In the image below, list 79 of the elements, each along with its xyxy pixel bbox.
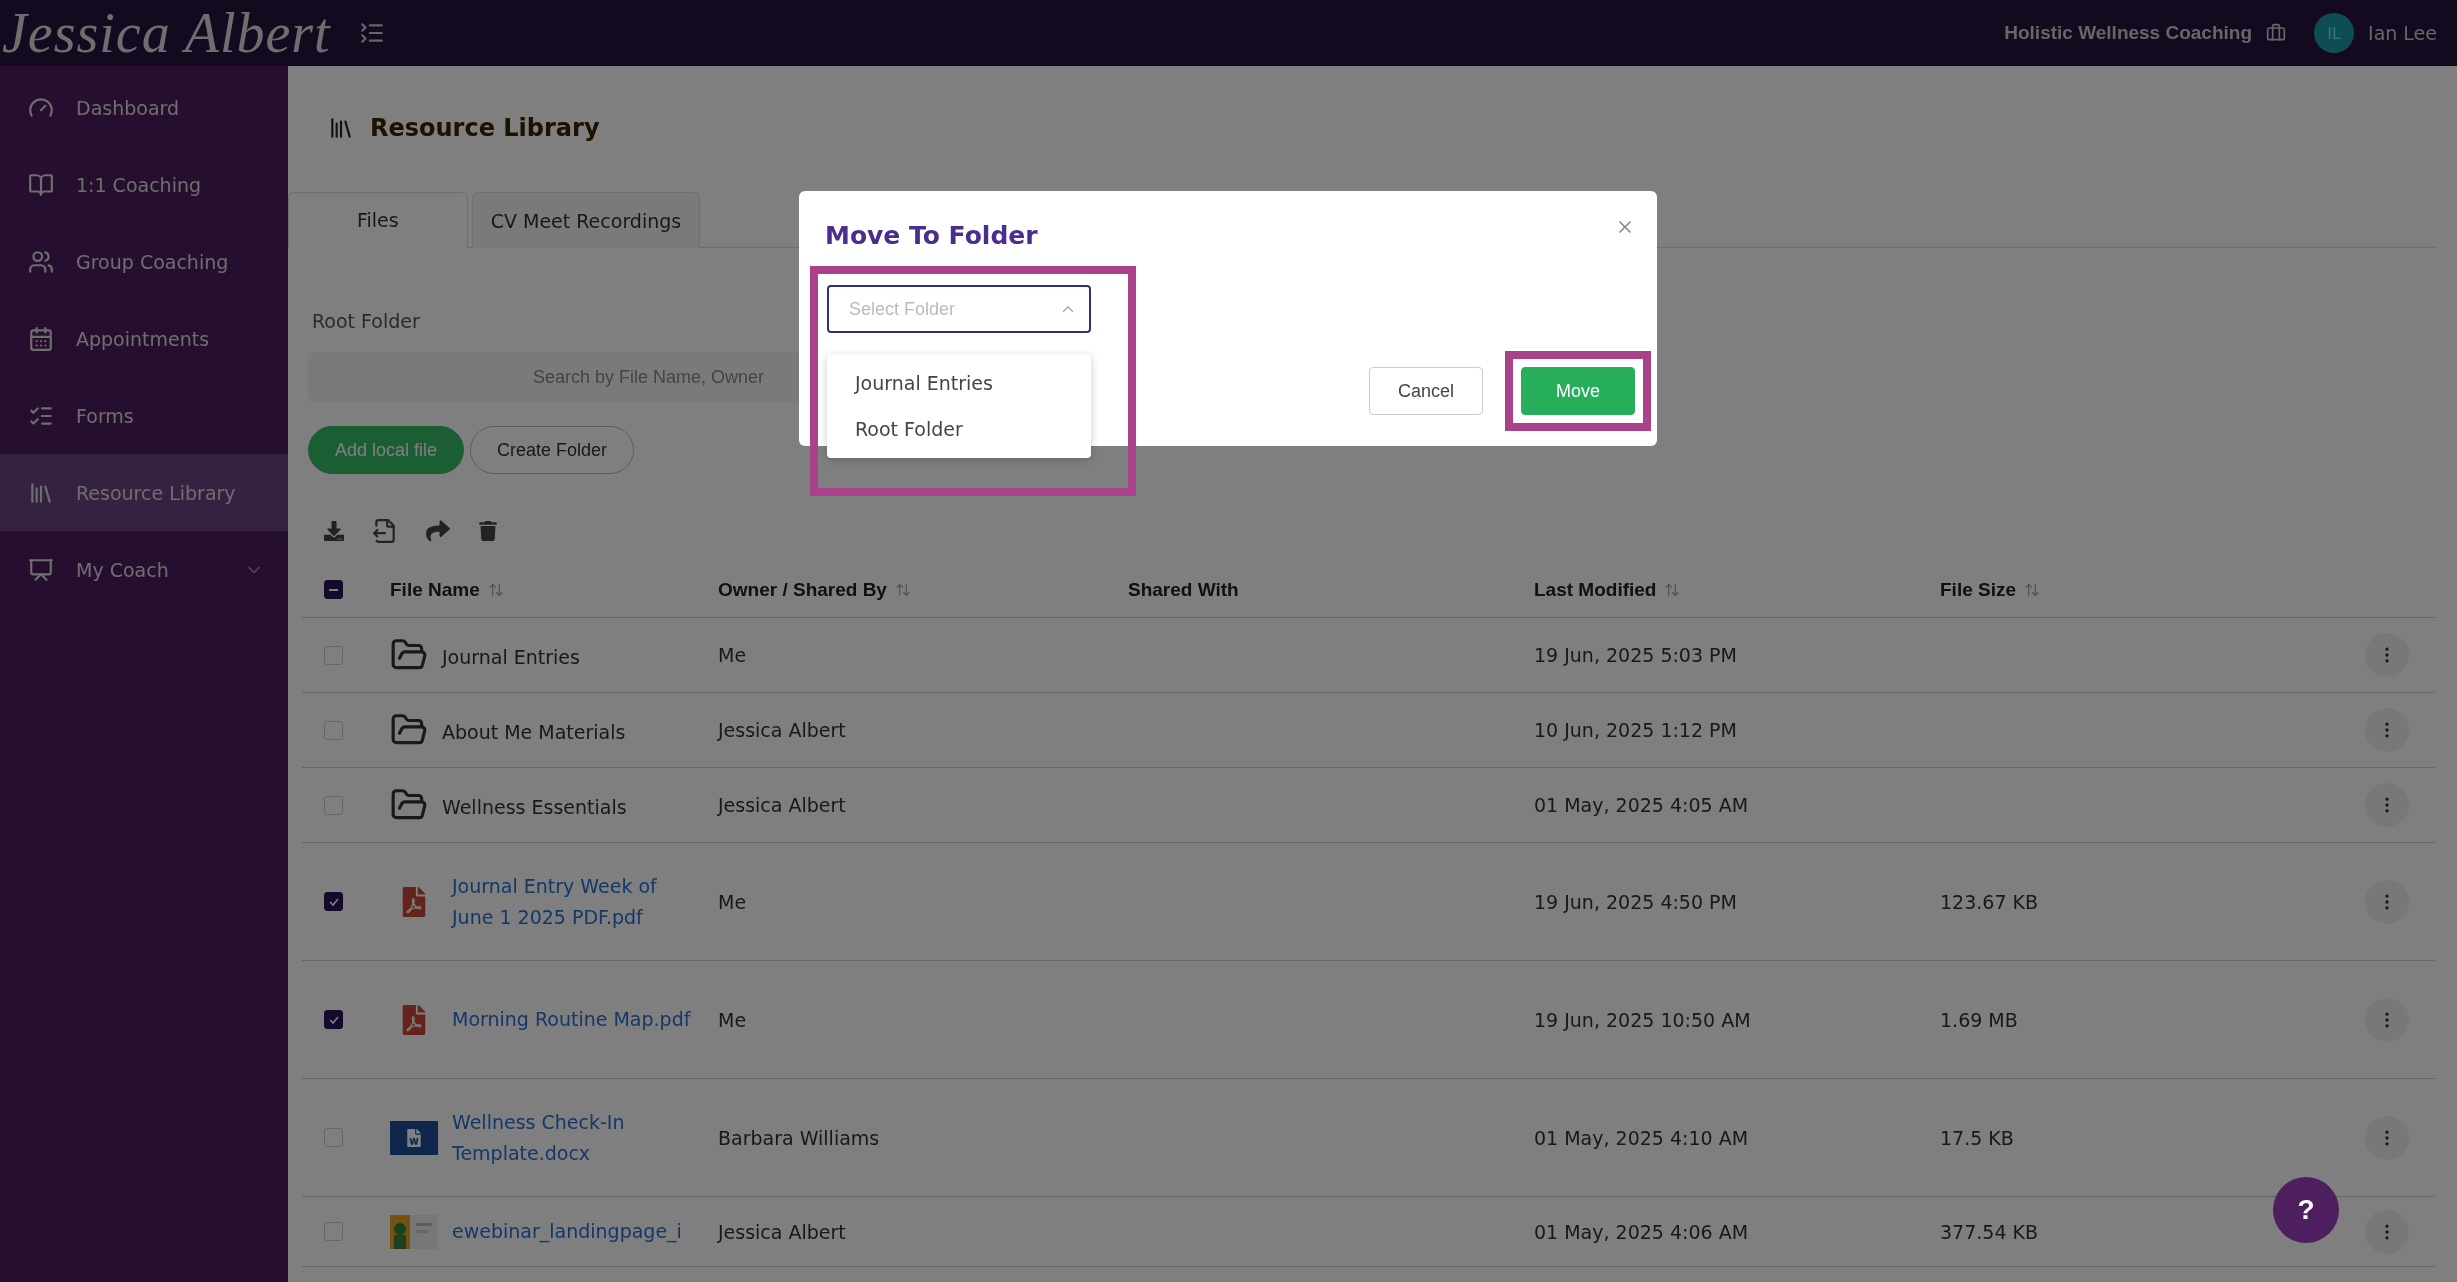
owner-cell-text: Barbara Williams bbox=[718, 1126, 881, 1149]
delete-icon[interactable] bbox=[478, 521, 498, 541]
select-all-checkbox[interactable] bbox=[324, 580, 343, 599]
sort-icon[interactable] bbox=[1664, 581, 1681, 598]
file-link[interactable]: Journal Entry Week of June 1 2025 PDF.pdf bbox=[452, 870, 702, 933]
owner-cell-text: Me bbox=[718, 890, 748, 913]
size-cell-text: 377.54 KB bbox=[1940, 1220, 2039, 1243]
sort-icon[interactable] bbox=[487, 581, 504, 598]
column-header: Shared With bbox=[1128, 578, 1240, 601]
sidebar-label: Resource Library bbox=[76, 481, 237, 504]
add-file-button[interactable]: Add local file bbox=[308, 426, 465, 474]
sort-icon[interactable] bbox=[894, 581, 911, 598]
column-header[interactable]: File Size bbox=[1940, 578, 2365, 601]
share-icon[interactable] bbox=[426, 519, 450, 543]
menu-icon[interactable] bbox=[358, 20, 385, 46]
group-icon bbox=[28, 248, 54, 275]
sidebar-label: Dashboard bbox=[76, 96, 181, 119]
presentation-icon bbox=[28, 556, 54, 583]
file-link[interactable]: ewebinar_landingpage_i bbox=[452, 1216, 682, 1247]
row-checkbox[interactable] bbox=[324, 892, 343, 911]
owner-cell-text: Jessica Albert bbox=[718, 1220, 847, 1243]
download-icon[interactable] bbox=[324, 521, 344, 541]
calendar-icon bbox=[28, 325, 54, 352]
move-button[interactable]: Move bbox=[1521, 367, 1635, 415]
folder-select[interactable]: Select Folder bbox=[827, 285, 1091, 333]
breadcrumb[interactable]: Root Folder bbox=[312, 310, 420, 332]
sidebar-label: My Coach bbox=[76, 558, 170, 581]
file-link[interactable]: Wellness Check-In Template.docx bbox=[452, 1106, 702, 1169]
create-folder-button[interactable]: Create Folder bbox=[470, 426, 635, 474]
column-header[interactable]: Last Modified bbox=[1534, 578, 1940, 601]
sidebar-item[interactable]: My Coach bbox=[0, 531, 288, 608]
modified-cell-text: 01 May, 2025 4:06 AM bbox=[1534, 1220, 1750, 1243]
file-export-icon[interactable] bbox=[372, 518, 398, 544]
sidebar-item[interactable]: Forms bbox=[0, 377, 288, 454]
modified-cell-text: 10 Jun, 2025 1:12 PM bbox=[1534, 719, 1738, 741]
books-icon bbox=[328, 115, 354, 141]
sidebar-label: 1:1 Coaching bbox=[76, 173, 203, 196]
size-cell-text: 17.5 KB bbox=[1940, 1126, 2015, 1149]
modified-cell-text: 01 May, 2025 4:05 AM bbox=[1534, 794, 1750, 816]
owner-cell-text: Jessica Albert bbox=[718, 794, 847, 816]
briefcase-icon[interactable] bbox=[2266, 23, 2287, 43]
organization-name: Holistic Wellness Coaching bbox=[2004, 22, 2253, 44]
owner-cell-text: Jessica Albert bbox=[718, 719, 847, 741]
owner-cell-text: Me bbox=[718, 644, 748, 666]
cancel-button[interactable]: Cancel bbox=[1368, 367, 1483, 415]
column-header[interactable]: Owner / Shared By bbox=[718, 578, 1128, 601]
modified-cell-text: 19 Jun, 2025 5:03 PM bbox=[1534, 644, 1738, 666]
sidebar-item[interactable]: 1:1 Coaching bbox=[0, 146, 288, 223]
page-title: Resource Library bbox=[370, 114, 600, 142]
folder-option[interactable]: Root Folder bbox=[827, 406, 1091, 452]
folder-name[interactable]: Wellness Essentials bbox=[442, 787, 627, 823]
sidebar-item[interactable]: Group Coaching bbox=[0, 223, 288, 300]
modified-cell-text: 19 Jun, 2025 10:50 AM bbox=[1534, 1008, 1752, 1031]
tab[interactable]: Files bbox=[288, 192, 468, 248]
sidebar-item[interactable]: Resource Library bbox=[0, 454, 288, 531]
folder-name[interactable]: About Me Materials bbox=[442, 712, 626, 748]
sidebar-label: Forms bbox=[76, 404, 135, 427]
folder-name[interactable]: Journal Entries bbox=[442, 637, 580, 673]
size-cell-text: 123.67 KB bbox=[1940, 890, 2039, 913]
folder-option[interactable]: Journal Entries bbox=[827, 360, 1091, 406]
owner-cell-text: Me bbox=[718, 1008, 748, 1031]
sidebar-item[interactable]: Appointments bbox=[0, 300, 288, 377]
dialog-title: Move To Folder bbox=[825, 221, 1038, 250]
size-cell-text: 1.69 MB bbox=[1940, 1008, 2019, 1031]
sort-icon[interactable] bbox=[2024, 581, 2041, 598]
dash-icon bbox=[329, 588, 338, 591]
sidebar-label: Appointments bbox=[76, 327, 211, 350]
user-name[interactable]: Ian Lee bbox=[2368, 22, 2437, 44]
sidebar-item[interactable]: Dashboard bbox=[0, 69, 288, 146]
file-link[interactable]: Morning Routine Map.pdf bbox=[452, 1004, 691, 1035]
tab[interactable]: CV Meet Recordings bbox=[471, 192, 701, 248]
logo: Jessica Albert bbox=[1, 1, 331, 65]
document-icon bbox=[405, 1128, 423, 1147]
row-checkbox[interactable] bbox=[324, 1010, 343, 1029]
book-icon bbox=[28, 171, 54, 198]
column-header[interactable]: File Name bbox=[374, 578, 718, 601]
modified-cell-text: 01 May, 2025 4:10 AM bbox=[1534, 1126, 1750, 1149]
modified-cell-text: 19 Jun, 2025 4:50 PM bbox=[1534, 890, 1738, 913]
sidebar-label: Group Coaching bbox=[76, 250, 230, 273]
